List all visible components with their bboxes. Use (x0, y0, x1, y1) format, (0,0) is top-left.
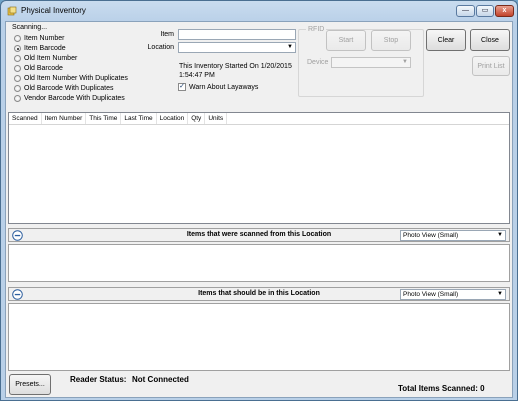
radio-checked-icon (14, 45, 21, 52)
warn-layaways-label: Warn About Layaways (189, 84, 259, 91)
inventory-started-text: This Inventory Started On 1/20/2015 1:54… (179, 62, 297, 80)
chevron-down-icon: ▼ (497, 232, 503, 238)
column-header-item-number[interactable]: Item Number (42, 113, 87, 124)
column-header-this-time[interactable]: This Time (86, 113, 122, 124)
column-header-qty[interactable]: Qty (188, 113, 206, 124)
total-items-scanned: Total Items Scanned: 0 (398, 384, 485, 393)
radio-label: Vendor Barcode With Duplicates (24, 95, 125, 102)
column-header-last-time[interactable]: Last Time (121, 113, 157, 124)
clear-button[interactable]: Clear (426, 29, 466, 51)
location-dropdown[interactable]: ▼ (178, 42, 296, 53)
scanned-view-value: Photo View (Small) (403, 232, 459, 239)
scanned-section-header: Items that were scanned from this Locati… (8, 228, 510, 242)
close-window-button[interactable]: x (495, 5, 514, 17)
expected-section-header: Items that should be in this Location Ph… (8, 287, 510, 301)
stop-button[interactable]: Stop (371, 30, 411, 51)
expected-items-panel[interactable] (8, 303, 510, 371)
physical-inventory-window: Physical Inventory — ▭ x Scanning... Ite… (0, 0, 518, 401)
radio-item-number[interactable]: Item Number (14, 34, 64, 43)
scanned-view-dropdown[interactable]: Photo View (Small) ▼ (400, 230, 506, 241)
radio-label: Old Barcode (24, 65, 63, 72)
radio-label: Old Barcode With Duplicates (24, 85, 114, 92)
expected-view-dropdown[interactable]: Photo View (Small) ▼ (400, 289, 506, 300)
scan-list[interactable]: Scanned Item Number This Time Last Time … (8, 112, 510, 224)
chevron-down-icon: ▼ (402, 59, 408, 65)
reader-status-label: Reader Status: (70, 375, 127, 384)
expected-view-value: Photo View (Small) (403, 291, 459, 298)
item-input[interactable] (178, 29, 296, 40)
radio-old-barcode[interactable]: Old Barcode (14, 64, 63, 73)
item-label: Item (160, 31, 174, 38)
list-header: Scanned Item Number This Time Last Time … (9, 113, 509, 125)
radio-icon (14, 95, 21, 102)
maximize-button[interactable]: ▭ (476, 5, 494, 17)
device-dropdown[interactable]: ▼ (331, 57, 411, 68)
minimize-button[interactable]: — (456, 5, 475, 17)
warn-layaways-checkbox[interactable]: ✓ (178, 83, 186, 91)
radio-icon (14, 35, 21, 42)
radio-icon (14, 55, 21, 62)
chevron-down-icon: ▼ (497, 291, 503, 297)
app-icon (7, 6, 17, 16)
inventory-started-line1: This Inventory Started On 1/20/2015 (179, 63, 292, 70)
inventory-started-line2: 1:54:47 PM (179, 72, 215, 79)
radio-icon (14, 75, 21, 82)
close-button[interactable]: Close (470, 29, 510, 51)
radio-vendor-barcode-duplicates[interactable]: Vendor Barcode With Duplicates (14, 94, 125, 103)
start-button[interactable]: Start (326, 30, 366, 51)
radio-label: Item Number (24, 35, 65, 42)
title-bar[interactable]: Physical Inventory — ▭ x (1, 1, 517, 21)
presets-button[interactable]: Presets... (9, 374, 51, 395)
column-header-scanned[interactable]: Scanned (9, 113, 42, 124)
radio-icon (14, 65, 21, 72)
window-title: Physical Inventory (21, 6, 86, 15)
radio-item-barcode[interactable]: Item Barcode (14, 44, 66, 53)
column-header-location[interactable]: Location (157, 113, 189, 124)
radio-label: Item Barcode (24, 45, 66, 52)
reader-status-value: Not Connected (132, 375, 189, 384)
radio-old-barcode-duplicates[interactable]: Old Barcode With Duplicates (14, 84, 113, 93)
device-label: Device (307, 59, 329, 66)
radio-old-item-number[interactable]: Old Item Number (14, 54, 77, 63)
column-header-units[interactable]: Units (205, 113, 228, 124)
print-list-button[interactable]: Print List (472, 56, 510, 76)
scanning-label: Scanning... (12, 24, 48, 31)
radio-label: Old Item Number With Duplicates (24, 75, 128, 82)
chevron-down-icon: ▼ (287, 44, 293, 50)
scanned-items-panel[interactable] (8, 244, 510, 282)
radio-icon (14, 85, 21, 92)
radio-old-item-number-duplicates[interactable]: Old Item Number With Duplicates (14, 74, 128, 83)
rfid-label: RFID (306, 25, 327, 34)
location-label: Location (147, 44, 174, 51)
radio-label: Old Item Number (24, 55, 78, 62)
client-area: Scanning... Item Number Item Barcode Old… (5, 21, 513, 398)
